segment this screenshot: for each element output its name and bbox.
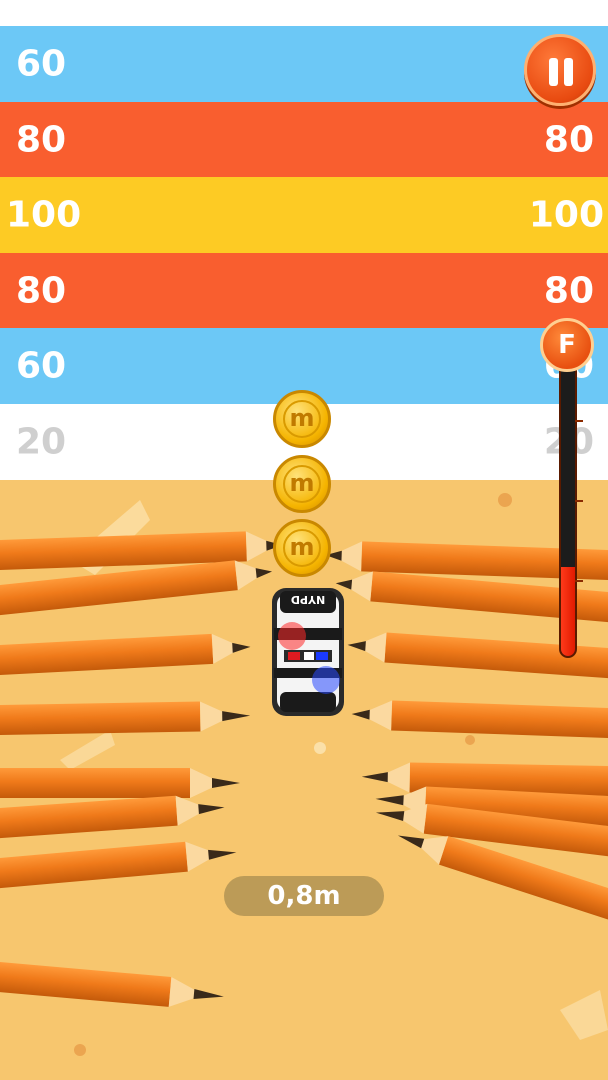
fuel-gauge: F	[540, 318, 594, 662]
fuel-tick	[575, 500, 583, 502]
pencil-left	[0, 701, 251, 736]
sand-dot	[498, 493, 512, 507]
sand-streak	[560, 990, 608, 1040]
fuel-icon: F	[540, 318, 594, 372]
pencil-left	[0, 795, 225, 840]
fuel-level-fill	[561, 567, 575, 656]
coin: m	[273, 390, 331, 448]
sand-streak	[60, 730, 115, 770]
distance-readout: 0,8m	[224, 876, 384, 916]
coin: m	[273, 455, 331, 513]
coin-symbol: m	[283, 465, 321, 503]
coin-symbol: m	[283, 529, 321, 567]
fuel-tick	[575, 580, 583, 582]
fuel-tube	[559, 358, 577, 658]
coin-symbol: m	[283, 400, 321, 438]
pause-button[interactable]	[524, 34, 596, 106]
pencil-left	[0, 633, 251, 677]
sand-dot	[465, 735, 475, 745]
pencil-left	[0, 960, 224, 1007]
game-stage: 20 20 60 60 80 80 100 100 80 80 60 60 20…	[0, 0, 608, 1080]
pencil-right	[351, 700, 608, 739]
sand-dot	[314, 742, 326, 754]
sand-dot	[74, 1044, 86, 1056]
police-car-icon[interactable]	[272, 588, 344, 716]
pause-icon	[549, 58, 558, 86]
pencil-left	[0, 841, 237, 890]
coin: m	[273, 519, 331, 577]
pause-icon	[564, 58, 573, 86]
pencil-left	[0, 768, 240, 798]
car-roof-text: NYPD	[290, 593, 326, 606]
fuel-tick	[575, 420, 583, 422]
